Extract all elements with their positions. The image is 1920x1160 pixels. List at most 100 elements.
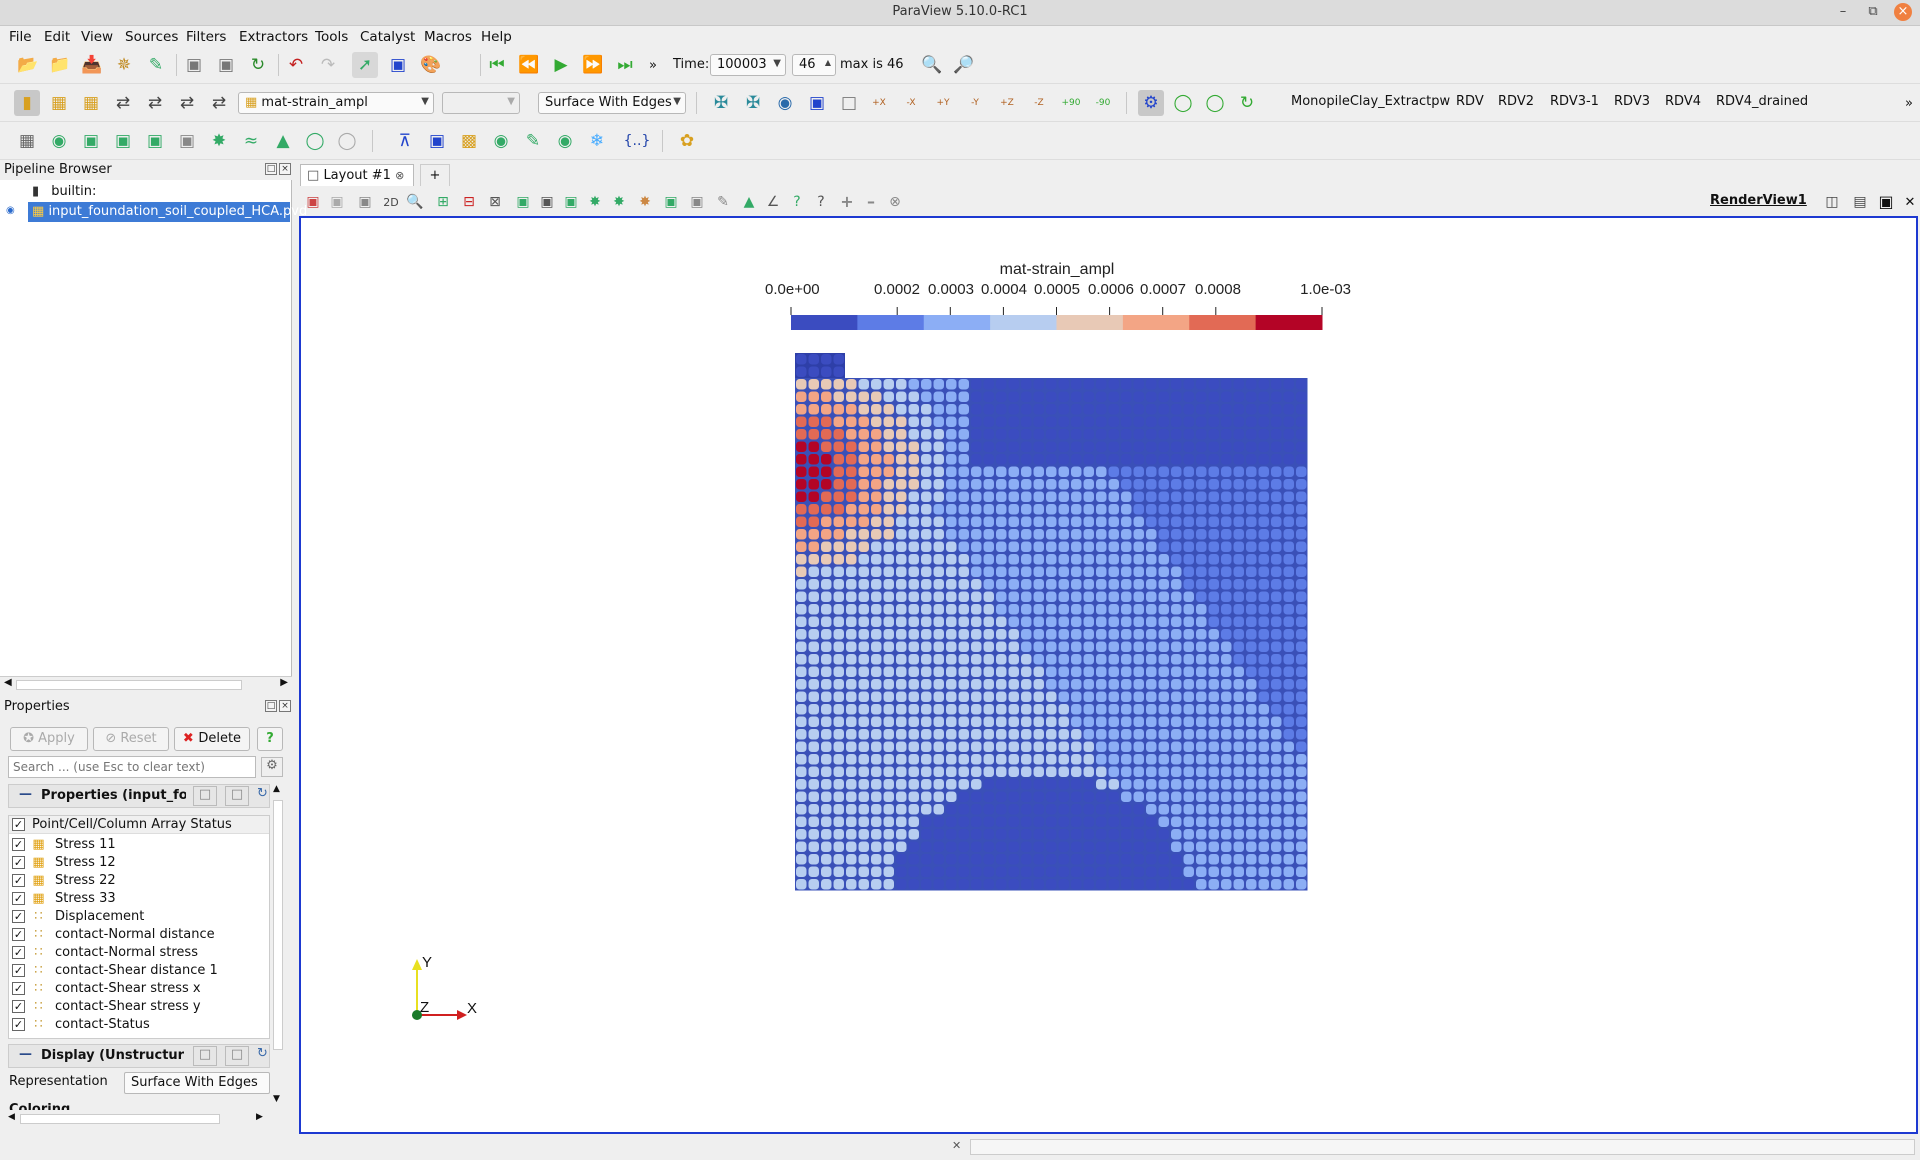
2d-toggle[interactable]: 2D bbox=[378, 189, 404, 215]
menu-catalyst[interactable]: Catalyst bbox=[360, 29, 415, 45]
rescale-visible-icon[interactable]: ⇄ bbox=[174, 90, 200, 116]
menu-macros[interactable]: Macros bbox=[424, 29, 472, 45]
select-all-checkbox[interactable]: ✓ bbox=[12, 818, 25, 831]
reset-button[interactable]: ⊘ Reset bbox=[93, 727, 169, 751]
zoom-data-icon[interactable]: 🔍 bbox=[919, 52, 945, 78]
select-frustum-icon[interactable]: ⊠ bbox=[482, 189, 508, 215]
array-checkbox[interactable]: ✓ bbox=[12, 856, 25, 869]
probe-icon[interactable]: ◉ bbox=[488, 128, 514, 154]
array-row[interactable]: ✓ ▦ Stress 22 bbox=[9, 872, 269, 890]
clear-selection-icon[interactable]: ▣ bbox=[684, 189, 710, 215]
time-combo[interactable]: 100003 ▼ bbox=[710, 54, 786, 76]
minus-icon[interactable]: – bbox=[858, 189, 884, 215]
clear-icon[interactable]: ⊗ bbox=[882, 189, 908, 215]
array-row[interactable]: ✓ ∷ contact-Normal distance bbox=[9, 926, 269, 944]
temporal-icon[interactable]: ◉ bbox=[552, 128, 578, 154]
array-row[interactable]: ✓ ∷ contact-Shear stress x bbox=[9, 980, 269, 998]
grow-selection-icon[interactable]: ✸ bbox=[632, 189, 658, 215]
hover-query-icon[interactable]: ? bbox=[808, 189, 834, 215]
first-frame-icon[interactable]: ⏮ bbox=[484, 52, 510, 78]
save-state-icon[interactable]: 📁 bbox=[47, 52, 73, 78]
zoom-to-data-icon[interactable]: ◉ bbox=[772, 90, 798, 116]
plus-icon[interactable]: + bbox=[834, 189, 860, 215]
hover-cells-icon[interactable]: ✸ bbox=[606, 189, 632, 215]
array-row[interactable]: ✓ ▦ Stress 33 bbox=[9, 890, 269, 908]
restore-icon[interactable]: ⧉ bbox=[1864, 3, 1882, 21]
redo-icon[interactable]: ↷ bbox=[315, 52, 341, 78]
axes-grid-icon[interactable]: ▣ bbox=[324, 189, 350, 215]
array-row[interactable]: ✓ ∷ contact-Normal stress bbox=[9, 944, 269, 962]
timestep-spinbox[interactable]: 46 ▲ bbox=[792, 54, 836, 76]
previous-frame-icon[interactable]: ⏪ bbox=[516, 52, 542, 78]
color-legend-toggle-icon[interactable]: ▮ bbox=[14, 90, 40, 116]
array-row[interactable]: ✓ ▦ Stress 12 bbox=[9, 854, 269, 872]
plot-selection-icon[interactable]: ▣ bbox=[424, 128, 450, 154]
maximize-view-icon[interactable]: ▣ bbox=[1874, 189, 1898, 215]
view-minus-x-icon[interactable]: -X bbox=[898, 90, 924, 116]
interactive-select-icon[interactable]: ▣ bbox=[558, 189, 584, 215]
camera-reset-icon[interactable]: ↻ bbox=[1234, 90, 1260, 116]
builtin-row[interactable]: ▮ builtin: bbox=[32, 184, 96, 199]
array-row[interactable]: ✓ ▦ Stress 11 bbox=[9, 836, 269, 854]
extract-subset-icon[interactable]: ▣ bbox=[174, 128, 200, 154]
palette-icon[interactable]: 🎨 bbox=[418, 52, 444, 78]
edit-colormap-icon[interactable]: ▦ bbox=[46, 90, 72, 116]
view-minus-z-icon[interactable]: -Z bbox=[1026, 90, 1052, 116]
array-row[interactable]: ✓ ∷ contact-Shear stress y bbox=[9, 998, 269, 1016]
properties-hscrollbar[interactable]: ◀ ▶ bbox=[0, 1112, 268, 1126]
tab-layout-1[interactable]: □ Layout #1 ⊗ bbox=[300, 164, 414, 186]
close-tab-icon[interactable]: ⊗ bbox=[395, 169, 404, 182]
paste-icon[interactable]: □ bbox=[225, 1046, 249, 1066]
rotate-minus-90-icon[interactable]: -90 bbox=[1090, 90, 1116, 116]
camera-link-rdv3-1[interactable]: RDV3-1 bbox=[1550, 94, 1599, 109]
save-data-icon[interactable]: 📥 bbox=[79, 52, 105, 78]
calculator-icon[interactable]: ▦ bbox=[14, 128, 40, 154]
camera-link-rdv4-drained[interactable]: RDV4_drained bbox=[1716, 94, 1808, 109]
zoom-closest-icon[interactable]: □ bbox=[836, 90, 862, 116]
extract-level-icon[interactable]: ◯ bbox=[334, 128, 360, 154]
array-checkbox[interactable]: ✓ bbox=[12, 838, 25, 851]
camera-link-rdv3[interactable]: RDV3 bbox=[1614, 94, 1650, 109]
view-minus-y-icon[interactable]: -Y bbox=[962, 90, 988, 116]
plot-over-line-icon[interactable]: ⊼ bbox=[392, 128, 418, 154]
component-combo[interactable]: ▼ bbox=[442, 92, 520, 114]
render-view-canvas[interactable]: mat-strain_ampl 0.0e+00 0.0002 0.0003 0.000… bbox=[301, 218, 1916, 1132]
zoom-box-icon[interactable]: 🔎 bbox=[951, 52, 977, 78]
array-checkbox[interactable]: ✓ bbox=[12, 982, 25, 995]
select-cells-icon[interactable]: ⊞ bbox=[430, 189, 456, 215]
close-view-icon[interactable]: ✕ bbox=[1900, 189, 1920, 215]
array-checkbox[interactable]: ✓ bbox=[12, 964, 25, 977]
hover-points-icon[interactable]: ✸ bbox=[582, 189, 608, 215]
array-checkbox[interactable]: ✓ bbox=[12, 892, 25, 905]
open-icon[interactable]: 📂 bbox=[15, 52, 41, 78]
array-checkbox[interactable]: ✓ bbox=[12, 928, 25, 941]
array-checkbox[interactable]: ✓ bbox=[12, 874, 25, 887]
minimize-icon[interactable]: – bbox=[1834, 3, 1852, 21]
warp-icon[interactable]: ▲ bbox=[270, 128, 296, 154]
camera-link-icon[interactable]: ⚙ bbox=[1138, 90, 1164, 116]
shrink-selection-icon[interactable]: ▣ bbox=[658, 189, 684, 215]
disconnect-icon[interactable]: ✎ bbox=[143, 52, 169, 78]
menu-view[interactable]: View bbox=[81, 29, 113, 45]
display-section-header[interactable]: — Display (Unstructur □ □ ↻ bbox=[8, 1044, 270, 1068]
angle-icon[interactable]: ∠ bbox=[760, 189, 786, 215]
plot-data-icon[interactable]: ✎ bbox=[520, 128, 546, 154]
view-plus-y-icon[interactable]: +Y bbox=[930, 90, 956, 116]
rescale-custom-icon[interactable]: ⇄ bbox=[110, 90, 136, 116]
float-icon[interactable]: □ bbox=[265, 700, 277, 712]
render-view-name[interactable]: RenderView1 bbox=[1710, 193, 1807, 208]
capture-icon[interactable]: ▣ bbox=[300, 189, 326, 215]
group-icon[interactable]: ◯ bbox=[302, 128, 328, 154]
ruler-view-icon[interactable]: ▲ bbox=[736, 189, 762, 215]
array-row[interactable]: ✓ ∷ contact-Shear distance 1 bbox=[9, 962, 269, 980]
copy-icon[interactable]: □ bbox=[193, 786, 217, 806]
save-state-file-icon[interactable]: ▣ bbox=[213, 52, 239, 78]
connect-icon[interactable]: ✵ bbox=[111, 52, 137, 78]
split-horizontal-icon[interactable]: ◫ bbox=[1820, 189, 1844, 215]
properties-section-header[interactable]: — Properties (input_fo □ □ ↻ bbox=[8, 784, 270, 808]
array-checkbox[interactable]: ✓ bbox=[12, 946, 25, 959]
menu-help[interactable]: Help bbox=[481, 29, 512, 45]
menu-filters[interactable]: Filters bbox=[186, 29, 226, 45]
copy-icon[interactable]: □ bbox=[193, 1046, 217, 1066]
split-vertical-icon[interactable]: ▤ bbox=[1848, 189, 1872, 215]
